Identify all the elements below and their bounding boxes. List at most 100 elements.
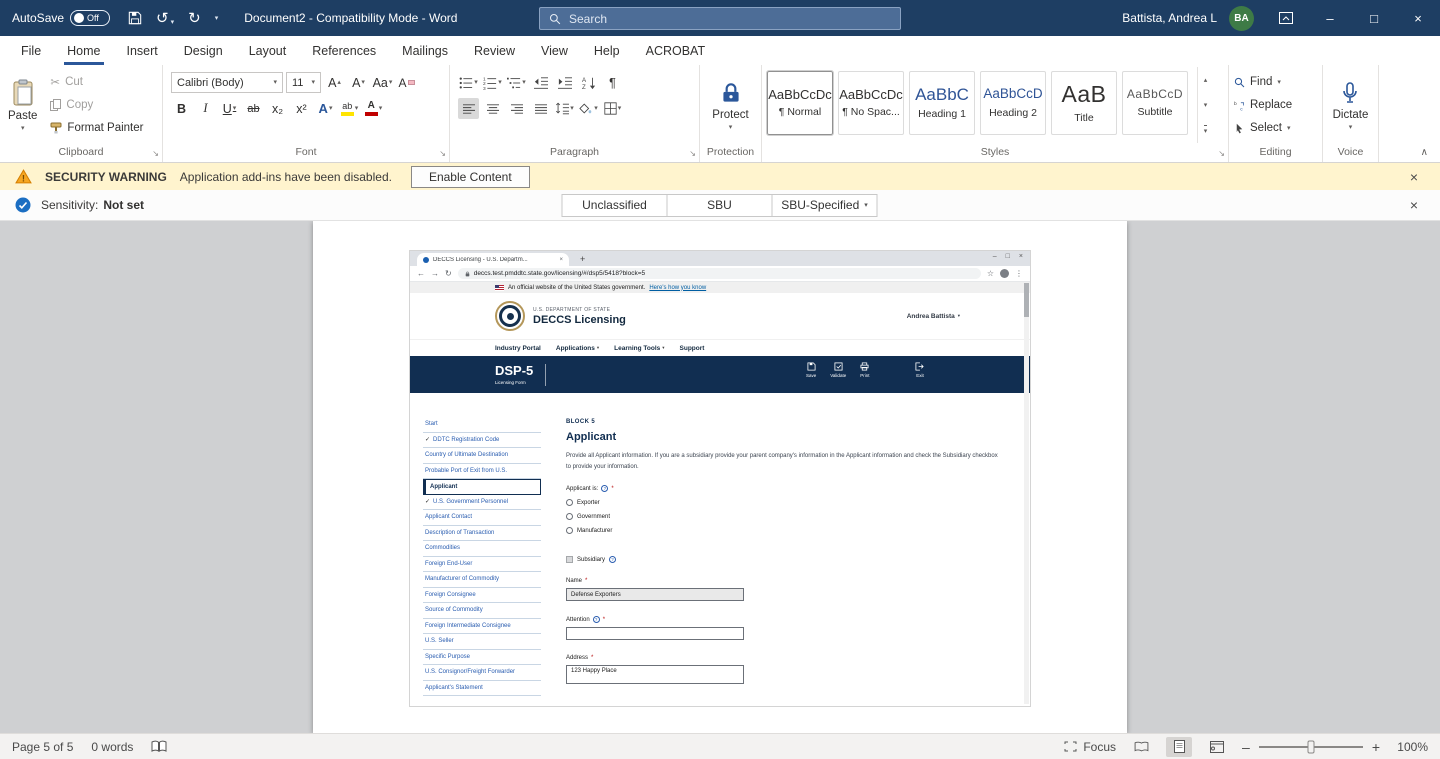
- borders-button[interactable]: ▾: [602, 98, 623, 119]
- change-case-button[interactable]: Aa▾: [372, 72, 393, 93]
- font-color-button[interactable]: A▾: [363, 98, 384, 119]
- autosave-toggle[interactable]: AutoSave Off: [12, 10, 110, 26]
- browser-minimize-icon[interactable]: –: [993, 253, 997, 260]
- form-section-link[interactable]: ✓ Applicant: [423, 479, 541, 495]
- focus-mode-button[interactable]: Focus: [1064, 740, 1116, 754]
- cut-button[interactable]: ✂Cut: [45, 71, 148, 93]
- justify-button[interactable]: [530, 98, 551, 119]
- how-you-know-link[interactable]: Here's how you know: [649, 285, 706, 291]
- subscript-button[interactable]: x₂: [267, 98, 288, 119]
- ribbon-tab[interactable]: Help: [581, 36, 633, 65]
- forward-icon[interactable]: →: [431, 270, 439, 278]
- replace-button[interactable]: bc Replace: [1229, 94, 1297, 116]
- embedded-screenshot[interactable]: DECCS Licensing - U.S. Departm... × + – …: [409, 250, 1031, 707]
- superscript-button[interactable]: x²: [291, 98, 312, 119]
- font-size-combo[interactable]: 11▾: [286, 72, 321, 93]
- document-page[interactable]: DECCS Licensing - U.S. Departm... × + – …: [313, 221, 1127, 733]
- security-bar-close-icon[interactable]: ×: [1403, 169, 1425, 185]
- nav-item[interactable]: Applications ▾: [556, 345, 599, 352]
- zoom-out-button[interactable]: –: [1242, 739, 1250, 755]
- style-heading2[interactable]: AaBbCcDHeading 2: [980, 71, 1046, 135]
- ribbon-tab[interactable]: References: [299, 36, 389, 65]
- style-subtitle[interactable]: AaBbCcDSubtitle: [1122, 71, 1188, 135]
- browser-maximize-icon[interactable]: □: [1006, 253, 1010, 260]
- form-section-link[interactable]: ✓ Foreign End-User: [423, 557, 541, 573]
- tab-close-icon[interactable]: ×: [559, 257, 563, 263]
- account-menu[interactable]: Andrea Battista ▾: [907, 313, 960, 320]
- search-bar[interactable]: [539, 7, 901, 30]
- ribbon-tab[interactable]: Insert: [114, 36, 171, 65]
- ribbon-tab[interactable]: View: [528, 36, 581, 65]
- paste-button[interactable]: Paste ▾: [0, 67, 45, 143]
- clear-formatting-button[interactable]: A: [396, 72, 417, 93]
- bold-button[interactable]: B: [171, 98, 192, 119]
- close-button[interactable]: ×: [1396, 0, 1440, 36]
- subsidiary-checkbox[interactable]: [566, 556, 573, 563]
- read-mode-button[interactable]: [1128, 737, 1154, 757]
- redo-button[interactable]: ↻: [188, 11, 201, 26]
- radio-icon[interactable]: [566, 513, 573, 520]
- styles-dialog-launcher[interactable]: ↘: [1218, 150, 1225, 158]
- radio-option[interactable]: Government: [566, 513, 1008, 520]
- ribbon-display-options-button[interactable]: [1264, 0, 1308, 36]
- align-right-button[interactable]: [506, 98, 527, 119]
- document-canvas[interactable]: DECCS Licensing - U.S. Departm... × + – …: [0, 221, 1440, 733]
- ribbon-tab[interactable]: File: [8, 36, 54, 65]
- shrink-font-button[interactable]: A▾: [348, 72, 369, 93]
- copy-button[interactable]: Copy: [45, 94, 148, 116]
- minimize-button[interactable]: –: [1308, 0, 1352, 36]
- decrease-indent-button[interactable]: [530, 72, 551, 93]
- style-heading1[interactable]: AaBbCHeading 1: [909, 71, 975, 135]
- radio-icon[interactable]: [566, 499, 573, 506]
- styles-more-button[interactable]: ▾: [1198, 118, 1213, 143]
- form-section-link[interactable]: ✓ Description of Transaction: [423, 526, 541, 542]
- zoom-slider-thumb[interactable]: [1307, 740, 1314, 753]
- form-section-link[interactable]: ✓ Specific Purpose: [423, 650, 541, 666]
- style-normal[interactable]: AaBbCcDc¶ Normal: [767, 71, 833, 135]
- form-section-link[interactable]: ✓ U.S. Government Personnel: [423, 495, 541, 511]
- browser-tab[interactable]: DECCS Licensing - U.S. Departm... ×: [417, 253, 569, 266]
- nav-item[interactable]: Support ▾: [680, 345, 705, 352]
- ribbon-tab[interactable]: Design: [171, 36, 236, 65]
- bullets-button[interactable]: ▾: [458, 72, 479, 93]
- form-section-link[interactable]: ✓ Start: [423, 417, 541, 433]
- radio-option[interactable]: Manufacturer: [566, 527, 1008, 534]
- print-form-button[interactable]: Print: [860, 362, 869, 378]
- styles-scroll-up-button[interactable]: ▴: [1198, 67, 1213, 92]
- customize-qat-button[interactable]: ▾: [215, 15, 219, 22]
- address-input[interactable]: 123 Happy Place: [566, 665, 744, 684]
- font-family-combo[interactable]: Calibri (Body)▾: [171, 72, 283, 93]
- page-indicator[interactable]: Page 5 of 5: [12, 740, 73, 754]
- radio-option[interactable]: Exporter: [566, 499, 1008, 506]
- sensitivity-bar-close-icon[interactable]: ×: [1403, 197, 1425, 213]
- browser-profile-icon[interactable]: [1000, 269, 1009, 278]
- form-section-link[interactable]: ✓ Applicant's Statement: [423, 681, 541, 697]
- paragraph-dialog-launcher[interactable]: ↘: [689, 150, 696, 158]
- form-section-link[interactable]: ✓ DDTC Registration Code: [423, 433, 541, 449]
- word-count[interactable]: 0 words: [91, 740, 133, 754]
- clipboard-dialog-launcher[interactable]: ↘: [152, 150, 159, 158]
- save-form-button[interactable]: Save: [806, 362, 816, 378]
- new-tab-button[interactable]: +: [580, 255, 585, 264]
- browser-close-icon[interactable]: ×: [1019, 253, 1023, 260]
- undo-button[interactable]: ↺▾: [156, 11, 174, 26]
- info-icon[interactable]: ?: [601, 485, 608, 492]
- form-section-link[interactable]: ✓ Probable Port of Exit from U.S.: [423, 464, 541, 480]
- styles-scroll-down-button[interactable]: ▾: [1198, 92, 1213, 117]
- collapse-ribbon-button[interactable]: ∧: [1421, 147, 1428, 158]
- name-input[interactable]: Defense Exporters: [566, 588, 744, 601]
- ribbon-tab[interactable]: Layout: [236, 36, 300, 65]
- account-name[interactable]: Battista, Andrea L: [1122, 11, 1217, 25]
- shading-button[interactable]: ▾: [578, 98, 599, 119]
- nav-item[interactable]: Learning Tools ▾: [614, 345, 664, 352]
- form-section-link[interactable]: ✓ Manufacturer of Commodity: [423, 572, 541, 588]
- proofing-errors-icon[interactable]: [151, 740, 167, 753]
- multilevel-list-button[interactable]: ▾: [506, 72, 527, 93]
- sensitivity-option-button[interactable]: SBU-Specified ▾: [772, 194, 878, 217]
- font-dialog-launcher[interactable]: ↘: [439, 150, 446, 158]
- dictate-button[interactable]: Dictate ▾: [1325, 67, 1377, 143]
- form-section-link[interactable]: ✓ Source of Commodity: [423, 603, 541, 619]
- align-left-button[interactable]: [458, 98, 479, 119]
- line-spacing-button[interactable]: ▾: [554, 98, 575, 119]
- protect-button[interactable]: Protect ▾: [704, 67, 756, 143]
